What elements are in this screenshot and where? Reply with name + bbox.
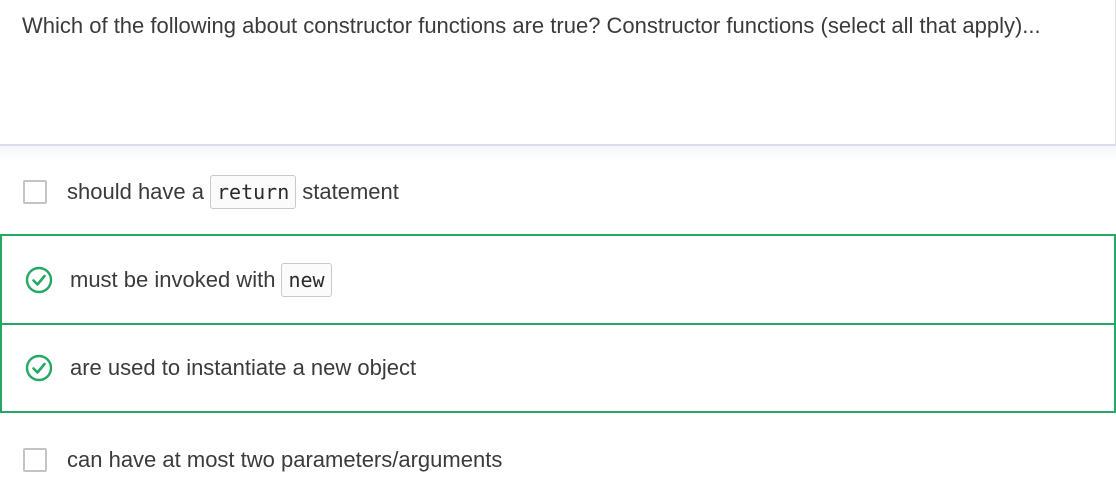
answer-option-label: can have at most two parameters/argument… (67, 447, 502, 473)
check-circle-icon[interactable] (25, 266, 53, 294)
checkbox-icon[interactable] (23, 179, 47, 204)
option-text-after: statement (302, 178, 399, 204)
answer-option-3[interactable]: are used to instantiate a new object (0, 323, 1116, 413)
divider-shade (0, 146, 1116, 160)
answer-option-2[interactable]: must be invoked with new (0, 234, 1116, 325)
code-snippet: return (210, 174, 297, 209)
question-text: Which of the following about constructor… (22, 13, 1041, 38)
code-snippet: new (281, 262, 332, 297)
option-text-before: must be invoked with (70, 266, 276, 292)
check-circle-icon[interactable] (25, 354, 53, 382)
question-panel: Which of the following about constructor… (0, 0, 1116, 144)
option-text-before: should have a (67, 178, 204, 204)
option-text-before: are used to instantiate a new object (70, 355, 417, 380)
answer-option-4[interactable]: can have at most two parameters/argument… (0, 428, 1116, 491)
answer-option-1[interactable]: should have a return statement (0, 160, 1116, 223)
answer-option-label: should have a return statement (67, 174, 399, 209)
answer-option-label: are used to instantiate a new object (70, 355, 416, 381)
checkbox-icon[interactable] (23, 447, 47, 472)
answer-option-label: must be invoked with new (70, 262, 338, 297)
option-text-before: can have at most two parameters/argument… (67, 446, 503, 472)
